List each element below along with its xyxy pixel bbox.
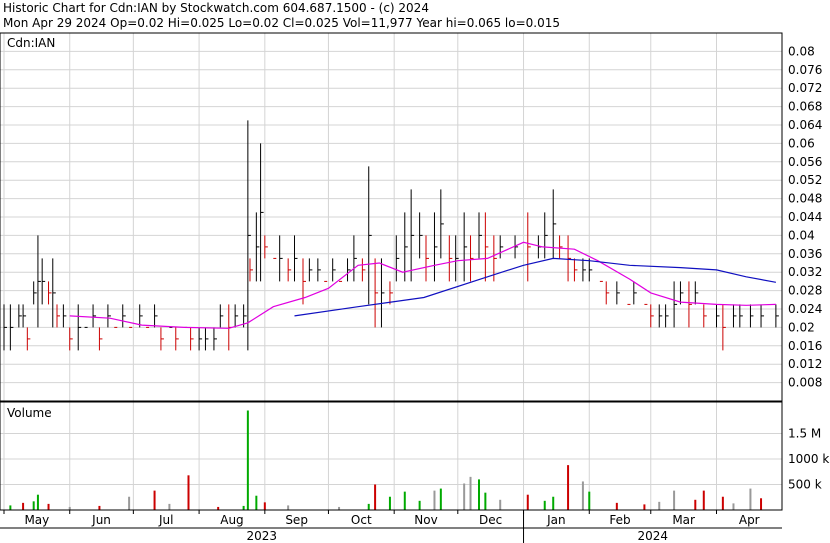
price-tick-label: 0.04	[788, 228, 815, 242]
volume-tick-label: 1000 k	[788, 452, 829, 466]
volume-plot-frame	[0, 401, 783, 511]
price-tick-label: 0.06	[788, 136, 815, 150]
price-tick-label: 0.052	[788, 173, 822, 187]
price-grid	[0, 33, 782, 401]
year-label-2023: 2023	[246, 529, 277, 543]
volume-bars	[9, 410, 763, 510]
month-label: Mar	[672, 513, 695, 527]
volume-grid	[0, 402, 782, 510]
price-tick-label: 0.064	[788, 118, 822, 132]
price-tick-label: 0.048	[788, 192, 822, 206]
month-label: Aug	[220, 513, 243, 527]
price-tick-label: 0.016	[788, 339, 822, 353]
price-tick-label: 0.072	[788, 81, 822, 95]
price-tick-label: 0.012	[788, 357, 822, 371]
price-tick-label: 0.024	[788, 302, 822, 316]
ticker-label: Cdn:IAN	[7, 36, 55, 50]
month-label: May	[24, 513, 49, 527]
volume-tick-label: 1.5 M	[788, 427, 821, 441]
price-axis-ticks: 0.08 0.076 0.072 0.068 0.064 0.06 0.056 0.052 0.…	[788, 44, 822, 389]
volume-tick-label: 500 k	[788, 478, 822, 492]
price-tick-label: 0.068	[788, 100, 822, 114]
month-label: Feb	[609, 513, 630, 527]
moving-average-lines	[69, 241, 777, 329]
month-label: Jun	[91, 513, 111, 527]
volume-axis-ticks: 1.5 M 1000 k 500 k	[788, 427, 829, 492]
volume-label: Volume	[7, 406, 52, 420]
month-label: Jan	[546, 513, 566, 527]
month-label: Nov	[414, 513, 437, 527]
year-label-2024: 2024	[637, 529, 668, 543]
price-tick-label: 0.02	[788, 320, 815, 334]
month-label: Jul	[158, 513, 173, 527]
price-tick-label: 0.032	[788, 265, 822, 279]
price-tick-label: 0.044	[788, 210, 822, 224]
price-tick-label: 0.008	[788, 376, 822, 390]
price-tick-label: 0.076	[788, 63, 822, 77]
month-label: Apr	[739, 513, 760, 527]
price-tick-label: 0.08	[788, 44, 815, 58]
month-label: Sep	[285, 513, 308, 527]
ma-short-line	[69, 241, 776, 329]
month-label: Dec	[479, 513, 502, 527]
price-tick-label: 0.056	[788, 155, 822, 169]
month-label: Oct	[351, 513, 372, 527]
x-axis: May Jun Jul Aug Sep Oct Nov Dec Jan Feb Mar Apr 2023…	[0, 509, 782, 543]
chart-canvas: Cdn:IAN Volume 0.080.0760.0720.0680.0640…	[0, 32, 829, 543]
price-tick-label: 0.028	[788, 284, 822, 298]
price-tick-label: 0.036	[788, 247, 822, 261]
